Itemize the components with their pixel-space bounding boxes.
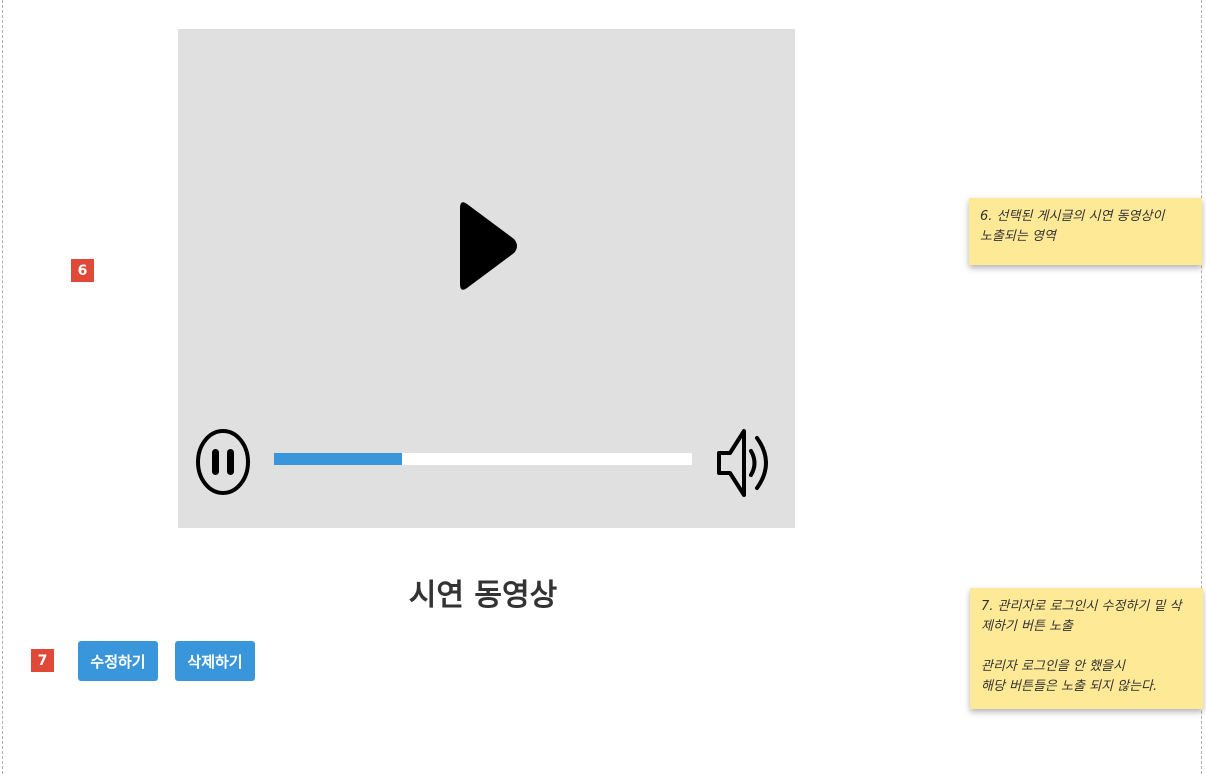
annotation-badge-7: 7 <box>31 649 54 672</box>
video-title: 시연 동영상 <box>408 578 558 613</box>
sticky-note-7-text-2: 관리자 로그인을 안 했을시 해당 버튼들은 노출 되지 않는다. <box>981 659 1158 694</box>
volume-icon[interactable] <box>713 426 773 500</box>
annotation-badge-6: 6 <box>71 259 94 282</box>
sticky-note-6: 6. 선택된 게시글의 시연 동영상이 노출되는 영역 <box>969 198 1202 265</box>
play-icon[interactable] <box>456 198 522 294</box>
delete-button[interactable]: 삭제하기 <box>175 641 255 681</box>
sticky-note-7: 7. 관리자로 로그인시 수정하기 밑 삭 제하기 버튼 노출 관리자 로그인을… <box>970 588 1203 709</box>
sticky-note-7-text-1: 7. 관리자로 로그인시 수정하기 밑 삭 제하기 버튼 노출 <box>981 599 1182 634</box>
edit-button[interactable]: 수정하기 <box>78 641 158 681</box>
sticky-note-6-text: 6. 선택된 게시글의 시연 동영상이 노출되는 영역 <box>980 209 1165 244</box>
pause-icon[interactable] <box>195 428 251 496</box>
progress-bar[interactable] <box>274 453 692 465</box>
frame-left-border <box>2 0 3 774</box>
progress-bar-fill <box>274 453 402 465</box>
